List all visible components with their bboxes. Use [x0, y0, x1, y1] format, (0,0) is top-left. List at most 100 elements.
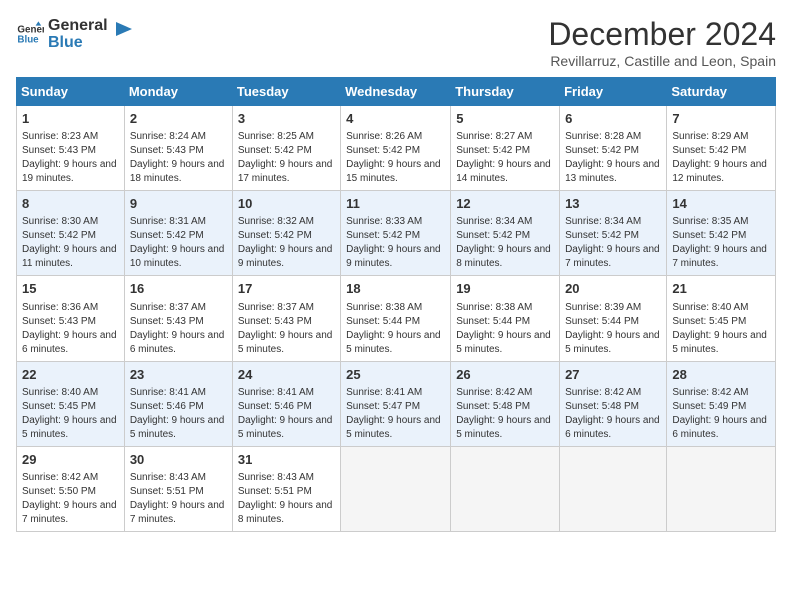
- day-info: Sunrise: 8:36 AMSunset: 5:43 PMDaylight:…: [22, 301, 119, 357]
- day-number: 16: [130, 280, 227, 298]
- day-number: 11: [346, 195, 445, 213]
- day-cell: 23Sunrise: 8:41 AMSunset: 5:46 PMDayligh…: [124, 361, 232, 446]
- day-number: 20: [565, 280, 661, 298]
- calendar-header: SundayMondayTuesdayWednesdayThursdayFrid…: [17, 78, 776, 106]
- day-cell: 31Sunrise: 8:43 AMSunset: 5:51 PMDayligh…: [232, 446, 340, 531]
- col-header-tuesday: Tuesday: [232, 78, 340, 106]
- day-number: 3: [238, 110, 335, 128]
- day-number: 25: [346, 366, 445, 384]
- day-cell: 4 Sunrise: 8:26 AMSunset: 5:42 PMDaylight…: [341, 106, 451, 191]
- location-title: Revillarruz, Castille and Leon, Spain: [548, 53, 776, 69]
- day-number: 27: [565, 366, 661, 384]
- day-info: Sunrise: 8:37 AMSunset: 5:43 PMDaylight:…: [238, 301, 335, 357]
- calendar-table: SundayMondayTuesdayWednesdayThursdayFrid…: [16, 77, 776, 532]
- day-cell: 12 Sunrise: 8:34 AMSunset: 5:42 PMDayligh…: [451, 191, 560, 276]
- title-block: December 2024 Revillarruz, Castille and …: [548, 16, 776, 69]
- day-info: Sunrise: 8:25 AMSunset: 5:42 PMDaylight:…: [238, 130, 335, 186]
- col-header-monday: Monday: [124, 78, 232, 106]
- day-cell: 8 Sunrise: 8:30 AMSunset: 5:42 PMDaylight…: [17, 191, 125, 276]
- day-cell: 20 Sunrise: 8:39 AMSunset: 5:44 PMDayligh…: [560, 276, 667, 361]
- day-number: 29: [22, 451, 119, 469]
- day-cell: 30Sunrise: 8:43 AMSunset: 5:51 PMDayligh…: [124, 446, 232, 531]
- day-cell: 7 Sunrise: 8:29 AMSunset: 5:42 PMDaylight…: [667, 106, 776, 191]
- svg-text:Blue: Blue: [17, 35, 39, 46]
- logo-icon: General Blue: [16, 20, 44, 48]
- day-number: 8: [22, 195, 119, 213]
- logo: General Blue General Blue: [16, 16, 134, 52]
- day-cell: 27 Sunrise: 8:42 AMSunset: 5:48 PMDayligh…: [560, 361, 667, 446]
- day-number: 18: [346, 280, 445, 298]
- day-cell: 18 Sunrise: 8:38 AMSunset: 5:44 PMDayligh…: [341, 276, 451, 361]
- day-number: 1: [22, 110, 119, 128]
- day-info: Sunrise: 8:29 AMSunset: 5:42 PMDaylight:…: [672, 130, 770, 186]
- day-number: 28: [672, 366, 770, 384]
- day-cell: 29Sunrise: 8:42 AMSunset: 5:50 PMDayligh…: [17, 446, 125, 531]
- day-number: 9: [130, 195, 227, 213]
- day-info: Sunrise: 8:39 AMSunset: 5:44 PMDaylight:…: [565, 301, 661, 357]
- day-info: Sunrise: 8:28 AMSunset: 5:42 PMDaylight:…: [565, 130, 661, 186]
- day-number: 12: [456, 195, 554, 213]
- day-number: 14: [672, 195, 770, 213]
- day-cell: [667, 446, 776, 531]
- day-info: Sunrise: 8:40 AMSunset: 5:45 PMDaylight:…: [22, 386, 119, 442]
- day-number: 2: [130, 110, 227, 128]
- day-info: Sunrise: 8:27 AMSunset: 5:42 PMDaylight:…: [456, 130, 554, 186]
- day-cell: 1Sunrise: 8:23 AMSunset: 5:43 PMDaylight…: [17, 106, 125, 191]
- day-cell: 11Sunrise: 8:33 AMSunset: 5:42 PMDayligh…: [341, 191, 451, 276]
- day-info: Sunrise: 8:24 AMSunset: 5:43 PMDaylight:…: [130, 130, 227, 186]
- col-header-sunday: Sunday: [17, 78, 125, 106]
- col-header-friday: Friday: [560, 78, 667, 106]
- logo-flag-icon: [114, 20, 134, 40]
- day-cell: 5Sunrise: 8:27 AMSunset: 5:42 PMDaylight…: [451, 106, 560, 191]
- col-header-saturday: Saturday: [667, 78, 776, 106]
- month-title: December 2024: [548, 16, 776, 53]
- day-cell: 21 Sunrise: 8:40 AMSunset: 5:45 PMDayligh…: [667, 276, 776, 361]
- logo-line2: Blue: [48, 33, 108, 52]
- week-row-3: 15 Sunrise: 8:36 AMSunset: 5:43 PMDayligh…: [17, 276, 776, 361]
- day-cell: 16Sunrise: 8:37 AMSunset: 5:43 PMDayligh…: [124, 276, 232, 361]
- day-cell: 25 Sunrise: 8:41 AMSunset: 5:47 PMDayligh…: [341, 361, 451, 446]
- day-info: Sunrise: 8:38 AMSunset: 5:44 PMDaylight:…: [346, 301, 445, 357]
- day-info: Sunrise: 8:35 AMSunset: 5:42 PMDaylight:…: [672, 215, 770, 271]
- day-number: 13: [565, 195, 661, 213]
- day-cell: [560, 446, 667, 531]
- day-cell: 19Sunrise: 8:38 AMSunset: 5:44 PMDayligh…: [451, 276, 560, 361]
- day-number: 17: [238, 280, 335, 298]
- day-info: Sunrise: 8:26 AMSunset: 5:42 PMDaylight:…: [346, 130, 445, 186]
- day-info: Sunrise: 8:34 AMSunset: 5:42 PMDaylight:…: [456, 215, 554, 271]
- day-number: 6: [565, 110, 661, 128]
- day-info: Sunrise: 8:40 AMSunset: 5:45 PMDaylight:…: [672, 301, 770, 357]
- day-number: 10: [238, 195, 335, 213]
- week-row-5: 29Sunrise: 8:42 AMSunset: 5:50 PMDayligh…: [17, 446, 776, 531]
- day-cell: 9 Sunrise: 8:31 AMSunset: 5:42 PMDaylight…: [124, 191, 232, 276]
- day-cell: 24Sunrise: 8:41 AMSunset: 5:46 PMDayligh…: [232, 361, 340, 446]
- day-cell: 3 Sunrise: 8:25 AMSunset: 5:42 PMDaylight…: [232, 106, 340, 191]
- day-number: 7: [672, 110, 770, 128]
- day-info: Sunrise: 8:31 AMSunset: 5:42 PMDaylight:…: [130, 215, 227, 271]
- day-number: 24: [238, 366, 335, 384]
- day-cell: 22 Sunrise: 8:40 AMSunset: 5:45 PMDayligh…: [17, 361, 125, 446]
- day-number: 21: [672, 280, 770, 298]
- col-header-thursday: Thursday: [451, 78, 560, 106]
- day-info: Sunrise: 8:30 AMSunset: 5:42 PMDaylight:…: [22, 215, 119, 271]
- day-number: 19: [456, 280, 554, 298]
- day-info: Sunrise: 8:41 AMSunset: 5:47 PMDaylight:…: [346, 386, 445, 442]
- week-row-4: 22 Sunrise: 8:40 AMSunset: 5:45 PMDayligh…: [17, 361, 776, 446]
- day-number: 4: [346, 110, 445, 128]
- day-number: 22: [22, 366, 119, 384]
- day-cell: 6 Sunrise: 8:28 AMSunset: 5:42 PMDaylight…: [560, 106, 667, 191]
- day-info: Sunrise: 8:42 AMSunset: 5:49 PMDaylight:…: [672, 386, 770, 442]
- day-cell: 13Sunrise: 8:34 AMSunset: 5:42 PMDayligh…: [560, 191, 667, 276]
- day-cell: 14 Sunrise: 8:35 AMSunset: 5:42 PMDayligh…: [667, 191, 776, 276]
- day-info: Sunrise: 8:32 AMSunset: 5:42 PMDaylight:…: [238, 215, 335, 271]
- day-info: Sunrise: 8:42 AMSunset: 5:48 PMDaylight:…: [565, 386, 661, 442]
- day-number: 15: [22, 280, 119, 298]
- col-header-wednesday: Wednesday: [341, 78, 451, 106]
- day-cell: 17 Sunrise: 8:37 AMSunset: 5:43 PMDayligh…: [232, 276, 340, 361]
- page-header: General Blue General Blue December 2024 …: [16, 16, 776, 69]
- week-row-2: 8 Sunrise: 8:30 AMSunset: 5:42 PMDaylight…: [17, 191, 776, 276]
- day-number: 30: [130, 451, 227, 469]
- day-number: 31: [238, 451, 335, 469]
- day-cell: 10 Sunrise: 8:32 AMSunset: 5:42 PMDayligh…: [232, 191, 340, 276]
- day-cell: 15 Sunrise: 8:36 AMSunset: 5:43 PMDayligh…: [17, 276, 125, 361]
